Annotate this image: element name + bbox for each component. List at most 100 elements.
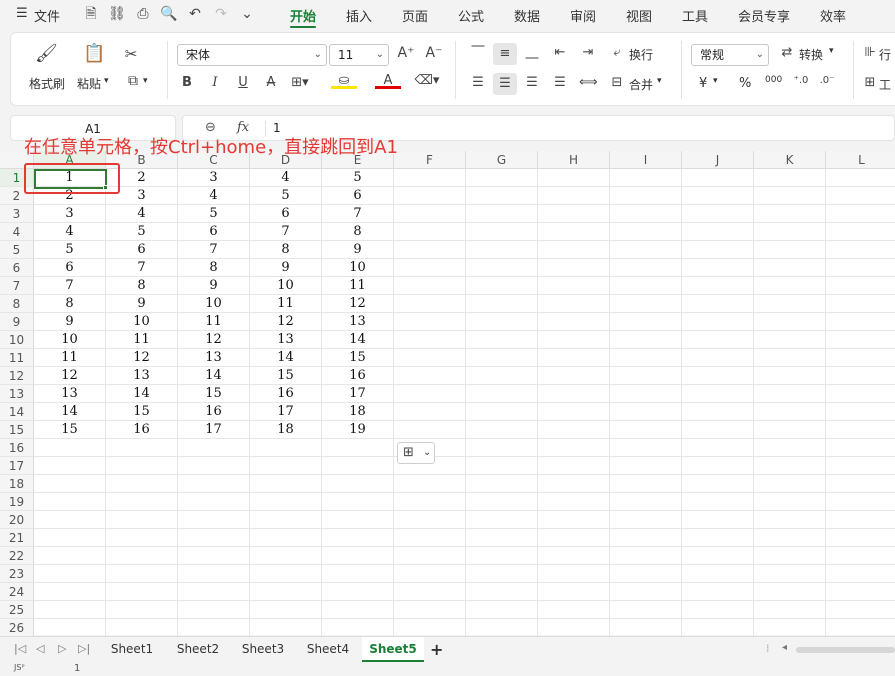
cell-i6[interactable] [610, 259, 682, 277]
next-sheet-icon[interactable]: ▷ [58, 642, 66, 655]
align-left-icon[interactable]: ☰ [469, 75, 487, 90]
cell-i24[interactable] [610, 583, 682, 601]
row-header-15[interactable]: 15 [0, 421, 34, 439]
cell-k7[interactable] [754, 277, 826, 295]
cell-e16[interactable] [322, 439, 394, 457]
tab-2[interactable]: 插入 [346, 6, 372, 25]
cell-l18[interactable] [826, 475, 895, 493]
cell-d20[interactable] [250, 511, 322, 529]
font-name-select[interactable]: 宋体 ⌄ [177, 44, 327, 66]
merge-button[interactable]: 合并 [629, 76, 653, 93]
tab-7[interactable]: 视图 [626, 6, 652, 25]
cell-j12[interactable] [682, 367, 754, 385]
bold-icon[interactable]: B [179, 75, 195, 90]
cell-l19[interactable] [826, 493, 895, 511]
chevron-down-icon[interactable]: ▾ [829, 46, 834, 56]
justify-icon[interactable]: ☰ [551, 75, 569, 90]
cell-g13[interactable] [466, 385, 538, 403]
cell-j13[interactable] [682, 385, 754, 403]
cell-i12[interactable] [610, 367, 682, 385]
cell-k15[interactable] [754, 421, 826, 439]
cell-b11[interactable]: 12 [106, 349, 178, 367]
cell-e11[interactable]: 15 [322, 349, 394, 367]
cell-b12[interactable]: 13 [106, 367, 178, 385]
chevron-down-icon[interactable]: ▾ [657, 76, 662, 86]
row-header-3[interactable]: 3 [0, 205, 34, 223]
cell-k18[interactable] [754, 475, 826, 493]
add-sheet-button[interactable]: + [430, 640, 443, 659]
tab-4[interactable]: 公式 [458, 6, 484, 25]
cell-l7[interactable] [826, 277, 895, 295]
cell-b19[interactable] [106, 493, 178, 511]
column-header-i[interactable]: I [610, 151, 682, 169]
cell-l26[interactable] [826, 619, 895, 637]
cell-e21[interactable] [322, 529, 394, 547]
cell-d9[interactable]: 12 [250, 313, 322, 331]
cell-l14[interactable] [826, 403, 895, 421]
cell-j1[interactable] [682, 169, 754, 187]
cell-d12[interactable]: 15 [250, 367, 322, 385]
cell-c6[interactable]: 8 [178, 259, 250, 277]
cell-j23[interactable] [682, 565, 754, 583]
cell-g22[interactable] [466, 547, 538, 565]
sheet-tab-4[interactable]: Sheet4 [296, 637, 360, 662]
cell-b21[interactable] [106, 529, 178, 547]
cell-g4[interactable] [466, 223, 538, 241]
cell-g7[interactable] [466, 277, 538, 295]
cell-a5[interactable]: 5 [34, 241, 106, 259]
row-header-17[interactable]: 17 [0, 457, 34, 475]
cell-k6[interactable] [754, 259, 826, 277]
save-icon[interactable]: 🗎 [82, 5, 100, 23]
percent-button[interactable]: % [739, 76, 751, 91]
cell-c26[interactable] [178, 619, 250, 637]
cell-b24[interactable] [106, 583, 178, 601]
row-header-20[interactable]: 20 [0, 511, 34, 529]
row-header-12[interactable]: 12 [0, 367, 34, 385]
row-header-8[interactable]: 8 [0, 295, 34, 313]
cell-e6[interactable]: 10 [322, 259, 394, 277]
cell-b14[interactable]: 15 [106, 403, 178, 421]
align-right-icon[interactable]: ☰ [523, 75, 541, 90]
first-sheet-icon[interactable]: |◁ [14, 642, 26, 655]
cell-a25[interactable] [34, 601, 106, 619]
cell-l6[interactable] [826, 259, 895, 277]
cell-b13[interactable]: 14 [106, 385, 178, 403]
cell-e5[interactable]: 9 [322, 241, 394, 259]
cell-g20[interactable] [466, 511, 538, 529]
cell-j18[interactable] [682, 475, 754, 493]
cell-e7[interactable]: 11 [322, 277, 394, 295]
cell-f23[interactable] [394, 565, 466, 583]
row-header-26[interactable]: 26 [0, 619, 34, 637]
cell-c8[interactable]: 10 [178, 295, 250, 313]
cell-e25[interactable] [322, 601, 394, 619]
cell-f1[interactable] [394, 169, 466, 187]
cell-l15[interactable] [826, 421, 895, 439]
sheet-tab-1[interactable]: Sheet1 [100, 637, 164, 662]
cell-b23[interactable] [106, 565, 178, 583]
cell-h21[interactable] [538, 529, 610, 547]
cell-d13[interactable]: 16 [250, 385, 322, 403]
cell-a17[interactable] [34, 457, 106, 475]
horizontal-scrollbar[interactable] [796, 647, 895, 653]
cell-g21[interactable] [466, 529, 538, 547]
cell-l13[interactable] [826, 385, 895, 403]
cell-i10[interactable] [610, 331, 682, 349]
cell-g25[interactable] [466, 601, 538, 619]
cell-c2[interactable]: 4 [178, 187, 250, 205]
cell-c1[interactable]: 3 [178, 169, 250, 187]
chevron-down-icon[interactable]: ⌄ [238, 5, 256, 23]
align-center-icon[interactable]: ☰ [493, 73, 517, 95]
cell-f15[interactable] [394, 421, 466, 439]
cell-e15[interactable]: 19 [322, 421, 394, 439]
row-header-22[interactable]: 22 [0, 547, 34, 565]
cell-k13[interactable] [754, 385, 826, 403]
format-painter-icon[interactable]: 🖌 [35, 43, 58, 67]
cell-k10[interactable] [754, 331, 826, 349]
cell-h9[interactable] [538, 313, 610, 331]
cell-f8[interactable] [394, 295, 466, 313]
cell-c24[interactable] [178, 583, 250, 601]
cell-d22[interactable] [250, 547, 322, 565]
cell-c25[interactable] [178, 601, 250, 619]
cell-j16[interactable] [682, 439, 754, 457]
cell-i14[interactable] [610, 403, 682, 421]
